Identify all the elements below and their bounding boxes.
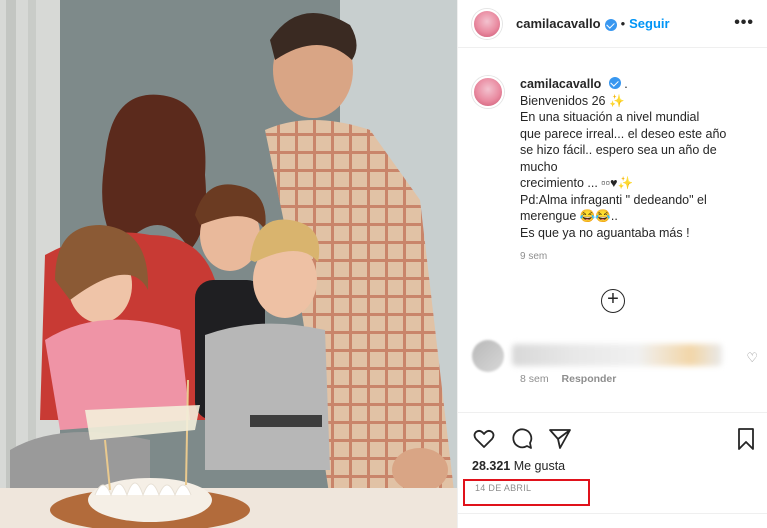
- likes-label: Me gusta: [513, 459, 566, 473]
- heart-icon[interactable]: [472, 427, 496, 451]
- post-photo[interactable]: [0, 0, 457, 528]
- comment-time[interactable]: 8 sem: [520, 373, 549, 385]
- separator-dot: •: [620, 16, 626, 31]
- caption-line: Es que ya no aguantaba más !: [520, 225, 690, 240]
- bookmark-icon[interactable]: [734, 427, 758, 451]
- add-comment-divider: [458, 513, 767, 523]
- comment-icon[interactable]: [510, 427, 534, 451]
- more-icon[interactable]: •••: [734, 14, 754, 32]
- family-photo-illustration: [0, 0, 457, 528]
- caption-line: Bienvenidos 26 ✨: [520, 93, 625, 108]
- caption-line: se hizo fácil.. espero sea un año de: [520, 143, 717, 157]
- verified-icon: [604, 18, 617, 31]
- caption: camilacavallo . Bienvenidos 26 ✨ En una …: [472, 76, 762, 262]
- follow-button[interactable]: Seguir: [629, 16, 669, 31]
- caption-line: merengue 😂😂..: [520, 209, 618, 223]
- username-link[interactable]: camilacavallo: [516, 16, 601, 31]
- post-sidebar: camilacavallo • Seguir ••• camilacavallo…: [457, 0, 767, 528]
- date-highlight-box: [463, 479, 590, 506]
- plus-circle-icon[interactable]: +: [601, 289, 625, 313]
- caption-time[interactable]: 9 sem: [520, 251, 762, 262]
- reply-button[interactable]: Responder: [562, 373, 617, 385]
- avatar[interactable]: [472, 8, 502, 39]
- likes-number: 28.321: [472, 459, 511, 473]
- action-bar: 28.321 Me gusta 14 DE ABRIL: [458, 412, 767, 522]
- share-icon[interactable]: [548, 427, 572, 451]
- caption-line: que parece irreal... el deseo este año: [520, 126, 727, 141]
- post-header: camilacavallo • Seguir •••: [458, 0, 767, 48]
- verified-icon: [608, 77, 621, 89]
- caption-avatar[interactable]: [472, 76, 504, 108]
- caption-line: crecimiento ... ▫▫♥✨: [520, 176, 634, 190]
- caption-line: Pd:Alma infraganti " dedeando" el: [520, 192, 707, 207]
- caption-text: camilacavallo . Bienvenidos 26 ✨ En una …: [520, 76, 762, 241]
- caption-username[interactable]: camilacavallo: [520, 77, 601, 91]
- caption-line: mucho: [520, 159, 558, 174]
- comment-item: ♡ 8 sem Responder: [472, 338, 762, 388]
- caption-line: En una situación a nivel mundial: [520, 110, 700, 124]
- heart-icon[interactable]: ♡: [746, 350, 758, 366]
- comment-avatar[interactable]: [472, 340, 504, 372]
- action-icons: [472, 427, 572, 451]
- likes-count[interactable]: 28.321 Me gusta: [472, 459, 565, 473]
- comment-meta: 8 sem Responder: [520, 373, 616, 385]
- comment-text-blurred: [512, 344, 722, 366]
